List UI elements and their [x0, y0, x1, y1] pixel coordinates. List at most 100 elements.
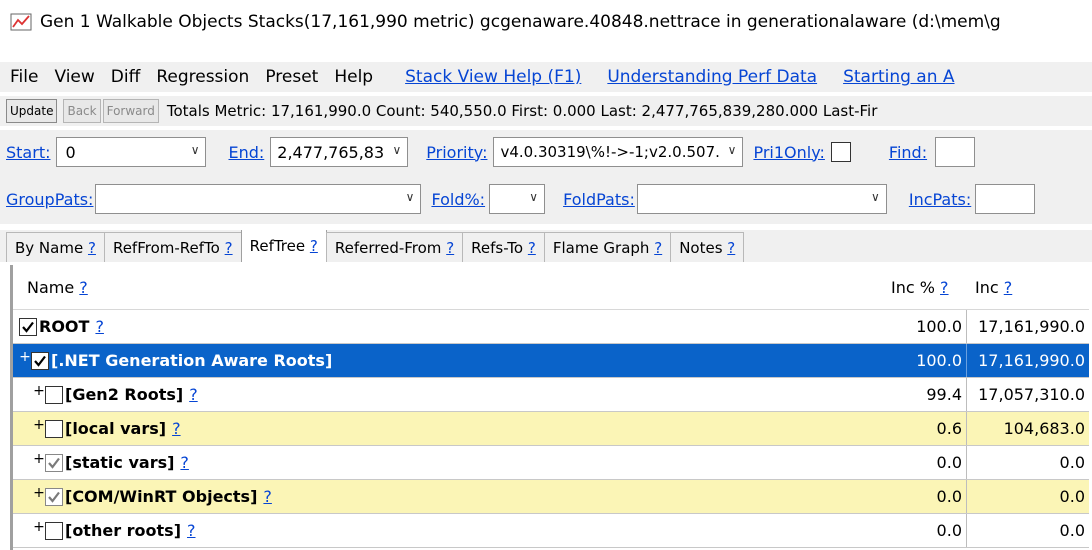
tab-reffrom-refto[interactable]: RefFrom-RefTo ? [103, 232, 242, 262]
menu-help[interactable]: Help [334, 67, 373, 87]
row-checkbox[interactable] [45, 453, 63, 472]
end-combo[interactable]: 2,477,765,83 ∨ [270, 137, 409, 167]
table-row[interactable]: + [Gen2 Roots]? 99.4 17,057,310.0 [13, 378, 1089, 412]
chevron-down-icon: ∨ [405, 190, 415, 204]
tab-refs-to[interactable]: Refs-To ? [462, 232, 545, 262]
help-link[interactable]: ? [172, 419, 181, 438]
help-link[interactable]: ? [1004, 278, 1013, 297]
back-button[interactable]: Back [63, 99, 101, 123]
priority-label[interactable]: Priority: [426, 143, 487, 162]
starting-analysis-link[interactable]: Starting an A [843, 67, 954, 87]
toolbar: Update Back Forward Totals Metric: 17,16… [0, 96, 1092, 126]
table-row[interactable]: + [local vars]? 0.6 104,683.0 [13, 412, 1089, 446]
row-checkbox[interactable] [45, 487, 63, 506]
expand-icon[interactable]: + [33, 385, 45, 399]
row-name: [other roots] [65, 521, 182, 540]
foldpct-combo[interactable]: ∨ [489, 184, 546, 214]
column-header-inc-pct[interactable]: Inc % ? [881, 278, 967, 297]
row-checkbox[interactable] [31, 351, 49, 370]
help-link[interactable]: ? [528, 239, 536, 257]
menu-regression[interactable]: Regression [156, 67, 249, 87]
help-link[interactable]: ? [180, 453, 189, 472]
row-checkbox[interactable] [45, 419, 63, 438]
incpats-input[interactable] [975, 184, 1036, 214]
grouppats-label[interactable]: GroupPats: [6, 190, 93, 209]
pri1only-checkbox[interactable] [830, 142, 851, 162]
row-name: [Gen2 Roots] [65, 385, 184, 404]
window-title: Gen 1 Walkable Objects Stacks(17,161,990… [40, 12, 1001, 32]
update-button[interactable]: Update [6, 99, 58, 123]
help-link[interactable]: ? [310, 237, 318, 255]
tab-reftree[interactable]: RefTree ? [240, 230, 327, 262]
find-input[interactable] [935, 137, 976, 167]
stack-view-help-link[interactable]: Stack View Help (F1) [405, 67, 581, 87]
chevron-down-icon: ∨ [392, 143, 402, 157]
expand-icon[interactable]: + [19, 351, 31, 365]
foldpats-label[interactable]: FoldPats: [563, 190, 635, 209]
expand-icon[interactable]: + [33, 487, 45, 501]
tab-referred-from[interactable]: Referred-From ? [325, 232, 464, 262]
tree-node: + [Gen2 Roots]? [33, 385, 881, 404]
priority-combo[interactable]: v4.0.30319\%!->-1;v2.0.507. ∨ [493, 137, 744, 167]
tab-notes[interactable]: Notes ? [670, 232, 745, 262]
grouppats-combo[interactable]: ∨ [95, 184, 422, 214]
priority-value: v4.0.30319\%!->-1;v2.0.507. [500, 143, 720, 161]
help-link[interactable]: ? [727, 239, 735, 257]
column-header-inc[interactable]: Inc ? [967, 278, 1089, 297]
grid-header: Name ? Inc % ? Inc ? [13, 265, 1089, 310]
help-link[interactable]: ? [225, 239, 233, 257]
inc-pct-cell: 0.0 [881, 514, 967, 547]
foldpats-combo[interactable]: ∨ [636, 184, 887, 214]
tab-by-name[interactable]: By Name ? [6, 232, 105, 262]
help-link[interactable]: ? [79, 278, 88, 297]
checkmark-icon [48, 457, 60, 469]
incpats-label[interactable]: IncPats: [909, 190, 971, 209]
foldpct-label[interactable]: Fold%: [431, 190, 485, 209]
understanding-perf-data-link[interactable]: Understanding Perf Data [607, 67, 817, 87]
find-label[interactable]: Find: [889, 143, 927, 162]
inc-pct-cell: 0.0 [881, 446, 967, 479]
table-row[interactable]: + [COM/WinRT Objects]? 0.0 0.0 [13, 480, 1089, 514]
header-label: Inc % [891, 277, 935, 297]
row-checkbox[interactable] [45, 385, 63, 404]
start-combo[interactable]: 0 ∨ [56, 137, 207, 167]
menu-file[interactable]: File [10, 67, 38, 87]
name-cell: + [Gen2 Roots]? [13, 385, 881, 404]
table-row[interactable]: + [.NET Generation Aware Roots] 100.0 17,16… [13, 344, 1089, 378]
forward-button[interactable]: Forward [102, 99, 159, 123]
end-label[interactable]: End: [228, 143, 264, 162]
inc-pct-cell: 0.6 [881, 412, 967, 445]
grid-body: ROOT? 100.0 17,161,990.0 + [.NET Generation … [13, 310, 1089, 548]
tree-node: + [local vars]? [33, 419, 881, 438]
help-link[interactable]: ? [189, 385, 198, 404]
table-row[interactable]: ROOT? 100.0 17,161,990.0 [13, 310, 1089, 344]
help-link[interactable]: ? [88, 239, 96, 257]
help-link[interactable]: ? [187, 521, 196, 540]
row-checkbox[interactable] [19, 317, 37, 336]
expand-icon[interactable]: + [33, 419, 45, 433]
menu-diff[interactable]: Diff [111, 67, 141, 87]
menu-view[interactable]: View [54, 67, 94, 87]
row-name: [.NET Generation Aware Roots] [51, 351, 333, 370]
chevron-down-icon: ∨ [190, 143, 200, 157]
help-link[interactable]: ? [263, 487, 272, 506]
start-label[interactable]: Start: [6, 143, 50, 162]
help-link[interactable]: ? [446, 239, 454, 257]
expand-icon[interactable]: + [33, 521, 45, 535]
tree-node: + [.NET Generation Aware Roots] [19, 351, 881, 370]
menu-preset[interactable]: Preset [265, 67, 318, 87]
column-header-name[interactable]: Name ? [13, 278, 881, 297]
help-link[interactable]: ? [940, 278, 949, 297]
table-row[interactable]: + [static vars]? 0.0 0.0 [13, 446, 1089, 480]
help-link[interactable]: ? [95, 317, 104, 336]
row-name: [local vars] [65, 419, 167, 438]
pri1only-label[interactable]: Pri1Only: [753, 143, 824, 162]
menu-bar: File View Diff Regression Preset Help St… [0, 62, 1092, 92]
tab-label: Referred-From [334, 238, 442, 257]
help-link[interactable]: ? [654, 239, 662, 257]
table-row[interactable]: + [other roots]? 0.0 0.0 [13, 514, 1089, 548]
tab-flame-graph[interactable]: Flame Graph ? [543, 232, 672, 262]
expand-icon[interactable]: + [33, 453, 45, 467]
checkmark-icon [22, 321, 34, 333]
row-checkbox[interactable] [45, 521, 63, 540]
